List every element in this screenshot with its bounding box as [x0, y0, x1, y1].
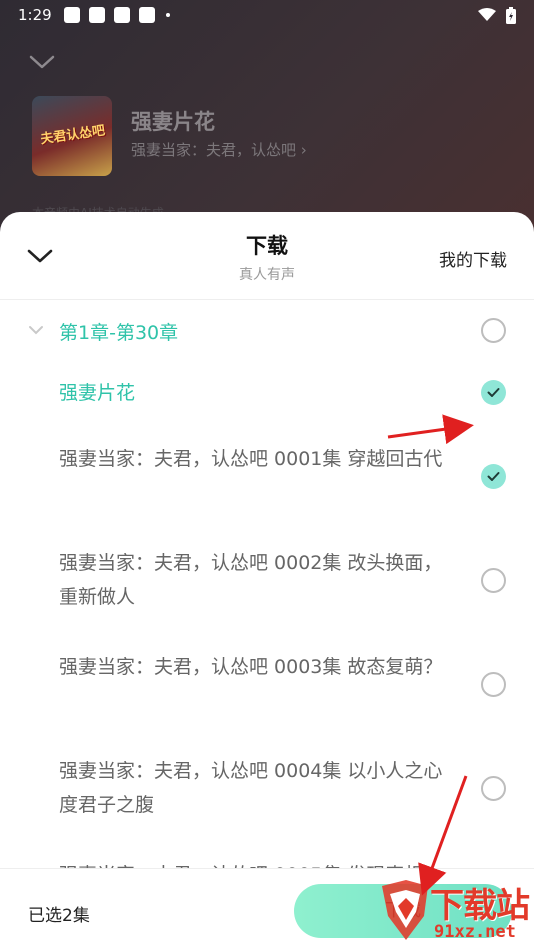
- notification-icon: [113, 7, 130, 23]
- selected-count: 已选2集: [28, 906, 90, 926]
- item-radio[interactable]: [481, 568, 506, 593]
- item-checkbox-checked[interactable]: [481, 464, 506, 489]
- item-checkbox-checked[interactable]: [481, 380, 506, 405]
- list-item-title: 强妻当家：夫君，认怂吧 0002集 改头换面，重新做人: [59, 552, 443, 608]
- list-item-title: 强妻片花: [59, 382, 136, 404]
- list-item[interactable]: 强妻当家：夫君，认怂吧 0001集 穿越回古代: [0, 426, 534, 530]
- album-subtitle-link[interactable]: 强妻当家：夫君，认怂吧 ›: [131, 139, 307, 160]
- album-title: 强妻片花: [131, 110, 215, 134]
- list-item[interactable]: 强妻片花: [0, 362, 534, 426]
- select-group-radio[interactable]: [481, 318, 506, 343]
- player-collapse-chevron-icon[interactable]: [28, 50, 56, 74]
- notification-icon: [63, 7, 80, 23]
- cover-text: 夫君认怂吧: [39, 123, 107, 148]
- list-item[interactable]: 强妻当家：夫君，认怂吧 0002集 改头换面，重新做人: [0, 530, 534, 634]
- chapter-group-row[interactable]: 第1章-第30章: [0, 300, 534, 362]
- notification-icon: [138, 7, 155, 23]
- battery-icon: [506, 6, 516, 24]
- list-item-title: 强妻当家：夫君，认怂吧 0003集 故态复萌？: [59, 656, 443, 678]
- item-radio[interactable]: [481, 672, 506, 697]
- watermark-logo: [382, 880, 428, 940]
- watermark-url: 91xz.net: [434, 922, 516, 942]
- download-sheet: 下载 真人有声 我的下载 第1章-第30章 强妻片花 强妻当家：夫君，认怂吧 0…: [0, 212, 534, 950]
- chevron-down-icon[interactable]: [28, 324, 44, 336]
- list-item[interactable]: 强妻当家：夫君，认怂吧 0004集 以小人之心度君子之腹: [0, 738, 534, 842]
- more-notifications-icon: [165, 13, 170, 17]
- list-item-title: 强妻当家：夫君，认怂吧 0004集 以小人之心度君子之腹: [59, 760, 443, 816]
- album-subtitle: 强妻当家：夫君，认怂吧: [131, 141, 297, 159]
- item-radio[interactable]: [481, 776, 506, 801]
- sheet-header: 下载 真人有声 我的下载: [0, 212, 534, 300]
- check-icon: [487, 472, 500, 481]
- album-cover[interactable]: 夫君认怂吧: [32, 96, 112, 176]
- chapter-group-label: 第1章-第30章: [59, 322, 179, 344]
- list-item-title: 强妻当家：夫君，认怂吧 0001集 穿越回古代: [59, 448, 443, 470]
- wifi-icon: [478, 8, 496, 21]
- watermark-site-name: 下载站: [430, 886, 530, 926]
- status-time: 1:29: [18, 6, 52, 24]
- my-downloads-link[interactable]: 我的下载: [439, 246, 507, 271]
- chevron-right-icon: ›: [300, 141, 307, 159]
- list-item[interactable]: 强妻当家：夫君，认怂吧 0003集 故态复萌？: [0, 634, 534, 738]
- notification-icon: [88, 7, 105, 23]
- check-icon: [487, 388, 500, 397]
- status-bar: 1:29: [0, 0, 534, 30]
- episode-list: 第1章-第30章 强妻片花 强妻当家：夫君，认怂吧 0001集 穿越回古代 强妻…: [0, 300, 534, 946]
